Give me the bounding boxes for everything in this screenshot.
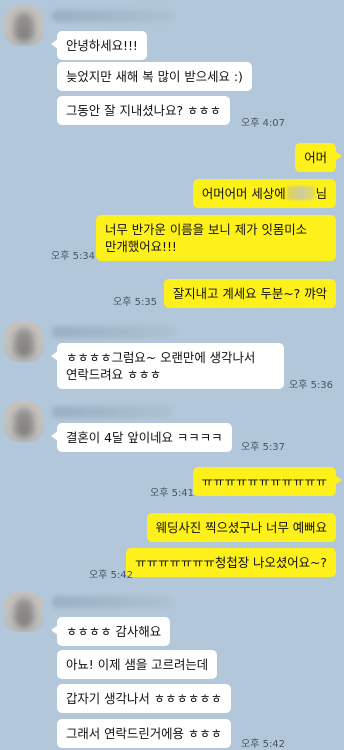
incoming-message[interactable]: ㅎㅎㅎㅎ 감사해요: [50, 617, 171, 646]
message-timestamp: 오후 5:37: [241, 442, 286, 453]
message-line: ㅎㅎㅎㅎ그럼요~ 오랜만에 생각나서: [66, 350, 256, 365]
incoming-message[interactable]: 결혼이 4달 앞이네요 ㅋㅋㅋㅋ: [51, 423, 232, 452]
sender-name-redacted: [52, 596, 172, 608]
avatar[interactable]: [4, 6, 44, 46]
redacted-name: [286, 186, 315, 200]
outgoing-message[interactable]: 웨딩사진 찍으셨구나 너무 예뻐요: [146, 513, 336, 542]
outgoing-message[interactable]: 잘지내고 계세요 두분~? 꺄악: [163, 279, 336, 308]
sender-name-redacted: [52, 326, 176, 338]
outgoing-message[interactable]: 너무 반가운 이름을 보니 제가 잇몸미소 만개했어요!!!: [96, 215, 336, 261]
chat-message-list[interactable]: 안녕하세요!!! 늦었지만 새해 복 많이 받으세요 :) 그동안 잘 지내셨나…: [0, 0, 344, 750]
sender-name-redacted: [52, 406, 172, 418]
incoming-message[interactable]: 늦었지만 새해 복 많이 받으세요 :): [57, 62, 252, 91]
outgoing-message[interactable]: ㅠㅠㅠㅠㅠㅠㅠㅠㅠㅠㅠ: [192, 467, 343, 496]
message-timestamp: 오후 5:35: [113, 297, 158, 308]
incoming-message[interactable]: 갑자기 생각나서 ㅎㅎㅎㅎㅎㅎ: [57, 684, 232, 713]
message-timestamp: 오후 5:41: [150, 488, 195, 499]
message-timestamp: 오후 5:42: [89, 570, 134, 581]
incoming-message[interactable]: ㅎㅎㅎㅎ그럼요~ 오랜만에 생각나서 연락드려요 ㅎㅎㅎ: [51, 343, 284, 389]
avatar[interactable]: [4, 592, 44, 632]
avatar[interactable]: [4, 402, 44, 442]
message-line: 너무 반가운 이름을 보니 제가 잇몸미소: [105, 222, 308, 237]
message-line: 연락드려요 ㅎㅎㅎ: [66, 367, 162, 382]
incoming-message[interactable]: 그동안 잘 지내셨나요? ㅎㅎㅎ: [57, 96, 231, 125]
message-text: 어머어머 세상에: [201, 186, 286, 201]
message-text: 님: [315, 186, 327, 201]
outgoing-message[interactable]: ㅠㅠㅠㅠㅠㅠㅠ청첩장 나오셨어요~?: [126, 548, 336, 577]
outgoing-message[interactable]: 어머어머 세상에 님: [192, 179, 336, 208]
message-timestamp: 오후 5:34: [51, 251, 96, 262]
message-timestamp: 오후 5:42: [241, 739, 286, 750]
incoming-message[interactable]: 안녕하세요!!!: [51, 31, 147, 60]
message-timestamp: 오후 5:36: [289, 380, 334, 391]
message-timestamp: 오후 4:07: [241, 118, 286, 129]
avatar[interactable]: [4, 322, 44, 362]
message-line: 만개했어요!!!: [105, 239, 177, 254]
incoming-message[interactable]: 아뇨! 이제 샘을 고르려는데: [57, 650, 218, 679]
sender-name-redacted: [52, 10, 172, 22]
incoming-message[interactable]: 그래서 연락드린거에용 ㅎㅎㅎ: [57, 719, 232, 748]
outgoing-message[interactable]: 어머: [295, 143, 342, 172]
